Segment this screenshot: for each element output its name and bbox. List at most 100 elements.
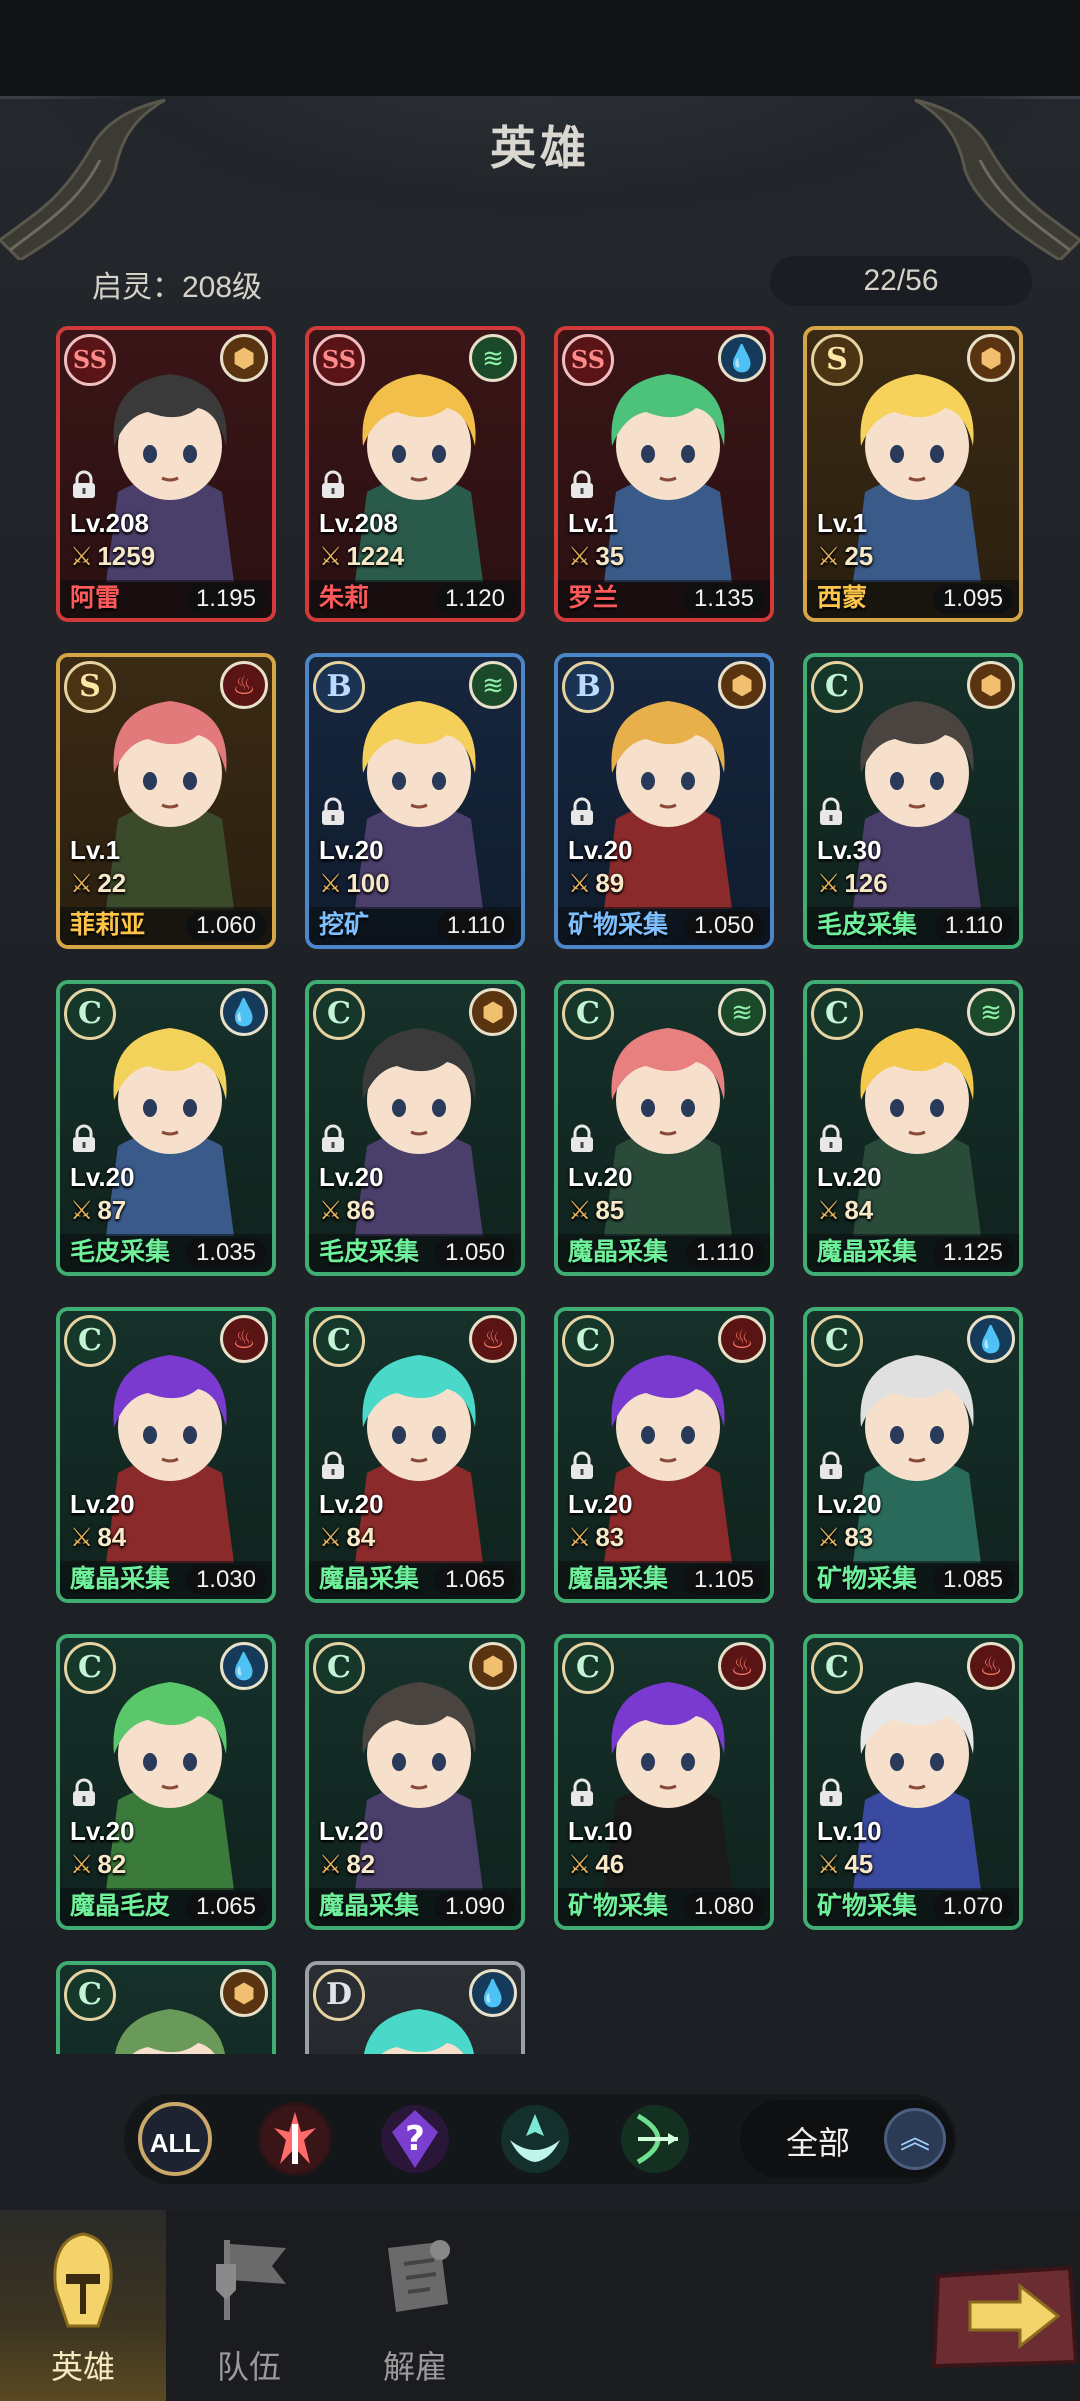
crossed-swords-icon: ⚔: [319, 1522, 343, 1552]
hero-card[interactable]: B ≋ Lv.20 ⚔ 100 挖矿 1.110: [305, 653, 525, 949]
hero-card[interactable]: C ♨ Lv.20 ⚔ 83 魔晶采集 1.105: [554, 1307, 774, 1603]
rank-badge: C: [562, 1315, 614, 1367]
hero-power-value: 22: [97, 868, 127, 898]
hero-power-value: 89: [595, 868, 625, 898]
hero-power: ⚔ 83: [568, 1522, 624, 1553]
awaken-level-label: 启灵：208级: [92, 271, 263, 304]
hero-card[interactable]: C 💧 Lv.20 ⚔ 87 毛皮采集 1.035: [56, 980, 276, 1276]
crossed-swords-icon: ⚔: [817, 1195, 841, 1225]
crossed-swords-icon: ⚔: [70, 541, 94, 571]
lock-icon[interactable]: [817, 797, 845, 827]
hero-card[interactable]: C ≋ Lv.20 ⚔ 85 魔晶采集 1.110: [554, 980, 774, 1276]
wind-element-icon: ≋: [469, 334, 517, 382]
hero-name: 魔晶采集: [817, 1238, 918, 1266]
hero-power-value: 84: [346, 1522, 376, 1552]
hero-power: ⚔ 82: [319, 1849, 375, 1880]
nav-tab-heroes[interactable]: 英雄: [0, 2210, 166, 2401]
hero-rate: 1.105: [683, 1565, 764, 1595]
hero-card[interactable]: C ⬢ Lv.20 ⚔ 82 魔晶采集 1.090: [305, 1634, 525, 1930]
mage-class-icon[interactable]: ?: [378, 2102, 452, 2176]
hero-card[interactable]: C ⬢ Lv.20 ⚔ 86 毛皮采集 1.050: [305, 980, 525, 1276]
lock-icon[interactable]: [70, 1124, 98, 1154]
hero-grid: SS ⬢ Lv.208 ⚔ 1259 阿雷 1.195 SS ≋ Lv.208 ⚔ 1224 朱莉 1.1…: [56, 326, 1036, 2054]
lock-icon[interactable]: [568, 1778, 596, 1808]
chevron-up-icon[interactable]: ︽: [884, 2108, 946, 2170]
crossed-swords-icon: ⚔: [319, 868, 343, 898]
filter-all-button[interactable]: ALL: [138, 2102, 212, 2176]
lock-icon[interactable]: [319, 1451, 347, 1481]
hero-level: Lv.20: [70, 1489, 135, 1519]
hero-card[interactable]: C 💧 Lv.20 ⚔ 83 矿物采集 1.085: [803, 1307, 1023, 1603]
hero-card[interactable]: C ♨ Lv.20 ⚔ 84 魔晶采集 1.030: [56, 1307, 276, 1603]
lock-icon[interactable]: [817, 1451, 845, 1481]
hero-power-value: 46: [595, 1849, 625, 1879]
hero-power: ⚔ 89: [568, 868, 624, 899]
hero-rate: 1.110: [685, 1238, 764, 1268]
hero-rate: 1.035: [185, 1238, 266, 1268]
lock-icon[interactable]: [70, 1778, 98, 1808]
lock-icon[interactable]: [568, 1451, 596, 1481]
crossed-swords-icon: ⚔: [568, 868, 592, 898]
category-select[interactable]: 全部 ︽: [740, 2100, 954, 2178]
hero-level: Lv.20: [817, 1162, 882, 1192]
warrior-class-icon[interactable]: [258, 2102, 332, 2176]
hero-name: 毛皮采集: [319, 1238, 420, 1266]
hero-card[interactable]: SS ⬢ Lv.208 ⚔ 1259 阿雷 1.195: [56, 326, 276, 622]
crossed-swords-icon: ⚔: [817, 1849, 841, 1879]
hero-power: ⚔ 1259: [70, 541, 155, 572]
hero-card[interactable]: B ⬢ Lv.20 ⚔ 89 矿物采集 1.050: [554, 653, 774, 949]
hero-power-value: 82: [346, 1849, 376, 1879]
lock-icon[interactable]: [817, 1778, 845, 1808]
hero-card[interactable]: C ≋ Lv.20 ⚔ 84 魔晶采集 1.125: [803, 980, 1023, 1276]
rank-badge: C: [562, 1642, 614, 1694]
hero-card[interactable]: S ⬢ Lv.1 ⚔ 25 西蒙 1.095: [803, 326, 1023, 622]
wind-element-icon: ≋: [718, 988, 766, 1036]
nav-tab-team[interactable]: 队伍: [166, 2210, 332, 2401]
lock-icon[interactable]: [319, 1124, 347, 1154]
hero-power-value: 1224: [346, 541, 405, 571]
hero-card[interactable]: SS ≋ Lv.208 ⚔ 1224 朱莉 1.120: [305, 326, 525, 622]
hero-card[interactable]: C ♨ Lv.10 ⚔ 46 矿物采集 1.080: [554, 1634, 774, 1930]
rank-badge: C: [64, 1642, 116, 1694]
rank-badge: C: [64, 1969, 116, 2021]
lock-icon[interactable]: [817, 1124, 845, 1154]
lock-icon[interactable]: [568, 470, 596, 500]
hero-card[interactable]: D 💧: [305, 1961, 525, 2054]
lock-icon[interactable]: [568, 797, 596, 827]
hero-card[interactable]: C ♨ Lv.10 ⚔ 45 矿物采集 1.070: [803, 1634, 1023, 1930]
crossed-swords-icon: ⚔: [568, 1522, 592, 1552]
crossed-swords-icon: ⚔: [817, 541, 841, 571]
hero-name: 阿雷: [70, 584, 121, 612]
archer-class-icon[interactable]: [618, 2102, 692, 2176]
hero-card[interactable]: C 💧 Lv.20 ⚔ 82 魔晶毛皮 1.065: [56, 1634, 276, 1930]
hero-level: Lv.208: [319, 508, 399, 538]
rank-badge: SS: [313, 334, 365, 386]
hero-card[interactable]: C ⬢ Lv.30 ⚔ 126 毛皮采集 1.110: [803, 653, 1023, 949]
rank-badge: C: [811, 661, 863, 713]
next-arrow-button[interactable]: [930, 2262, 1080, 2372]
hero-power-value: 85: [595, 1195, 625, 1225]
hero-rate: 1.095: [932, 584, 1013, 614]
hero-rate: 1.125: [932, 1238, 1013, 1268]
hero-name: 毛皮采集: [70, 1238, 171, 1266]
earth-element-icon: ⬢: [967, 334, 1015, 382]
wind-element-icon: ≋: [967, 988, 1015, 1036]
hero-level: Lv.20: [568, 1489, 633, 1519]
hero-level: Lv.208: [70, 508, 150, 538]
earth-element-icon: ⬢: [469, 1642, 517, 1690]
hero-level: Lv.20: [817, 1489, 882, 1519]
hero-name: 魔晶采集: [319, 1892, 420, 1920]
nav-tab-dismiss[interactable]: 解雇: [332, 2210, 498, 2401]
crossed-swords-icon: ⚔: [319, 1195, 343, 1225]
hero-card[interactable]: S ♨ Lv.1 ⚔ 22 菲莉亚 1.060: [56, 653, 276, 949]
nav-label-team: 队伍: [216, 2349, 281, 2385]
hero-card[interactable]: SS 💧 Lv.1 ⚔ 35 罗兰 1.135: [554, 326, 774, 622]
fire-element-icon: ♨: [220, 661, 268, 709]
lock-icon[interactable]: [319, 470, 347, 500]
lock-icon[interactable]: [70, 470, 98, 500]
healer-class-icon[interactable]: [498, 2102, 572, 2176]
hero-card[interactable]: C ⬢: [56, 1961, 276, 2054]
lock-icon[interactable]: [319, 797, 347, 827]
hero-card[interactable]: C ♨ Lv.20 ⚔ 84 魔晶采集 1.065: [305, 1307, 525, 1603]
lock-icon[interactable]: [568, 1124, 596, 1154]
